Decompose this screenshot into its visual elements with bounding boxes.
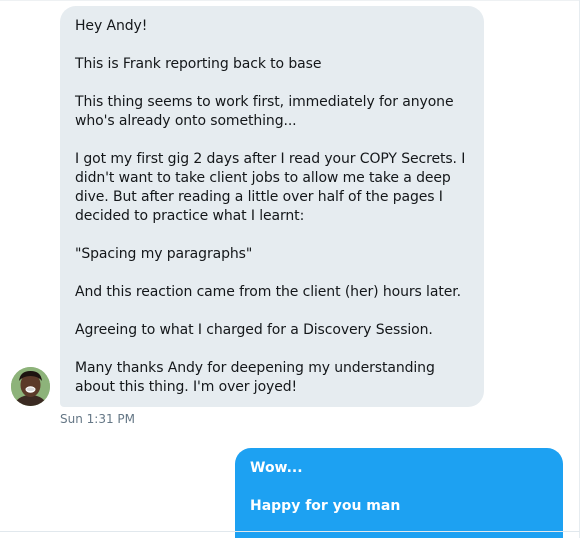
message-paragraph: Happy for you man <box>250 498 401 514</box>
user-avatar-icon <box>11 367 50 406</box>
message-paragraph: And this reaction came from the client (… <box>75 284 461 300</box>
message-paragraph: This thing seems to work first, immediat… <box>75 94 454 129</box>
message-paragraph: Agreeing to what I charged for a Discove… <box>75 322 433 338</box>
message-paragraph: "Spacing my paragraphs" <box>75 246 253 262</box>
sender-avatar[interactable] <box>11 367 50 406</box>
message-paragraph: Hey Andy! <box>75 18 148 34</box>
message-paragraph: Many thanks Andy for deepening my unders… <box>75 360 435 395</box>
message-paragraph: Wow... <box>250 460 303 476</box>
sent-message-bubble[interactable]: Wow... Happy for you man <box>235 448 563 538</box>
received-message-bubble[interactable]: Hey Andy! This is Frank reporting back t… <box>60 6 484 407</box>
message-timestamp: Sun 1:31 PM <box>60 412 135 426</box>
message-paragraph: I got my first gig 2 days after I read y… <box>75 151 466 224</box>
top-divider <box>0 0 580 1</box>
message-paragraph: This is Frank reporting back to base <box>75 56 322 72</box>
bottom-divider <box>0 531 580 532</box>
